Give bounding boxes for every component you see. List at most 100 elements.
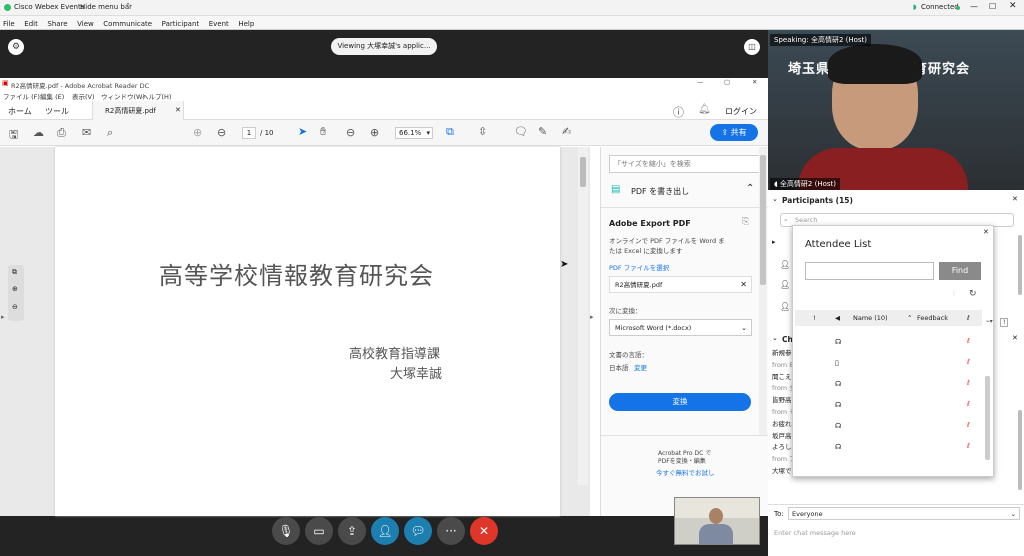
participants-header[interactable]: ⌄ Participants (15) ✕ bbox=[768, 193, 1024, 209]
mute-button[interactable]: 🎙︎ bbox=[272, 517, 300, 545]
menu-help[interactable]: Help bbox=[238, 20, 254, 28]
right-panel-toggle-icon[interactable]: ▸ bbox=[590, 313, 594, 321]
chat-overflow-icon[interactable]: ! bbox=[1000, 318, 1009, 327]
chat-close-icon[interactable]: ✕ bbox=[1012, 334, 1018, 342]
table-row[interactable]: ☊ ℓ bbox=[795, 439, 982, 460]
more-options-button[interactable]: ··· bbox=[437, 517, 465, 545]
zoom-select[interactable]: 66.1% ▾ bbox=[395, 127, 433, 139]
menu-communicate[interactable]: Communicate bbox=[103, 20, 152, 28]
table-row[interactable]: ☊ ℓ bbox=[795, 376, 982, 397]
leave-button[interactable]: ✕ bbox=[470, 517, 498, 545]
settings-icon[interactable]: ⚙ bbox=[8, 39, 24, 55]
panel-scrollbar[interactable] bbox=[759, 147, 767, 435]
attach-icon[interactable]: ⎘ bbox=[742, 217, 749, 227]
page-number-input[interactable]: 1 bbox=[242, 127, 256, 139]
format-select[interactable]: Microsoft Word (*.docx) ⌄ bbox=[609, 319, 752, 336]
chat-message-input[interactable]: Enter chat message here bbox=[774, 526, 1020, 540]
cloud-upload-icon[interactable]: ☁ bbox=[33, 126, 44, 139]
close-button[interactable]: ✕ bbox=[1009, 1, 1017, 11]
find-button[interactable]: Find bbox=[939, 262, 981, 280]
free-trial-link[interactable]: 今すぐ無料でお試し bbox=[656, 467, 715, 477]
menu-participant[interactable]: Participant bbox=[162, 20, 199, 28]
alert-column-icon[interactable]: ! bbox=[813, 310, 816, 326]
participants-expand-icon[interactable]: ▸ bbox=[772, 238, 776, 246]
select-file-link[interactable]: PDF ファイルを選択 bbox=[609, 262, 669, 272]
attendee-scrollbar[interactable] bbox=[985, 376, 990, 460]
name-column-header[interactable]: Name (10) bbox=[853, 310, 888, 326]
thumbnail-icon[interactable]: ⧉ bbox=[12, 268, 17, 277]
zoom-search-icon[interactable]: ⌕ bbox=[107, 126, 113, 140]
comment-icon[interactable]: 🗨︎ bbox=[514, 125, 528, 138]
save-icon[interactable]: 🖫 bbox=[9, 126, 18, 145]
chat-collapse-icon[interactable]: ⌄ bbox=[772, 334, 778, 342]
change-language-link[interactable]: 変更 bbox=[634, 362, 647, 372]
acrobat-maximize-button[interactable]: ▢ bbox=[724, 78, 730, 86]
menu-view[interactable]: View bbox=[77, 20, 94, 28]
attendee-close-icon[interactable]: ✕ bbox=[983, 228, 989, 236]
help-icon[interactable]: ⓘ bbox=[673, 104, 684, 120]
tab-close-icon[interactable]: ✕ bbox=[175, 106, 181, 114]
tools-search-input[interactable]: 「サイズを縮小」を検索 bbox=[609, 155, 760, 173]
hand-icon[interactable]: ✋︎ bbox=[320, 125, 326, 139]
chat-options-icon[interactable]: ⌁▾ bbox=[986, 318, 993, 325]
zoom-out-icon[interactable]: ⊖ bbox=[346, 126, 355, 139]
table-row[interactable]: ☊ ℓ bbox=[795, 397, 982, 418]
acrobat-minimize-button[interactable]: — bbox=[697, 78, 704, 86]
doc-scrollbar[interactable] bbox=[578, 147, 588, 485]
document-area[interactable]: ⧉ ⊕ ⊖ ▸ 高等学校情報教育研究会 高校教育指導課 大塚幸誠 ➤ ▸ bbox=[0, 147, 594, 516]
menu-event[interactable]: Event bbox=[209, 20, 229, 28]
table-row[interactable]: ▯ ℓ bbox=[795, 355, 982, 376]
share-screen-button[interactable]: ⇪ bbox=[338, 517, 366, 545]
filter-icon[interactable]: ⫶ bbox=[953, 290, 955, 299]
minimize-button[interactable]: — bbox=[970, 2, 978, 11]
login-link[interactable]: ログイン bbox=[725, 106, 757, 117]
zoom-in-icon[interactable]: ⊕ bbox=[370, 126, 379, 139]
acrobat-menu-window[interactable]: ウィンドウ(W) bbox=[101, 91, 145, 101]
convert-button[interactable]: 変換 bbox=[609, 393, 751, 411]
table-row[interactable]: ☊ ℓ bbox=[795, 334, 982, 355]
tab-document[interactable]: R2高情研夏.pdf ✕ bbox=[92, 101, 184, 120]
export-pdf-header[interactable]: ▤ PDF を書き出し ⌃ bbox=[609, 182, 760, 200]
print-icon[interactable]: ⎙ bbox=[57, 126, 66, 140]
menu-share[interactable]: Share bbox=[47, 20, 67, 28]
participants-collapse-icon[interactable]: ⌄ bbox=[772, 195, 778, 203]
participants-scroll-thumb[interactable] bbox=[1018, 235, 1022, 295]
tab-home[interactable]: ホーム bbox=[8, 106, 32, 117]
menu-file[interactable]: File bbox=[3, 20, 15, 28]
participants-close-icon[interactable]: ✕ bbox=[1012, 195, 1018, 203]
mail-icon[interactable]: ✉ bbox=[82, 126, 91, 139]
share-button[interactable]: ⇪ 共有 bbox=[710, 124, 758, 141]
audio-column-icon[interactable]: ◀ bbox=[835, 310, 840, 326]
refresh-icon[interactable]: ↻ bbox=[969, 289, 977, 299]
rail-zoom-out-icon[interactable]: ⊖ bbox=[12, 303, 18, 311]
menu-edit[interactable]: Edit bbox=[24, 20, 38, 28]
left-panel-toggle-icon[interactable]: ▸ bbox=[1, 313, 5, 321]
rail-zoom-in-icon[interactable]: ⊕ bbox=[12, 285, 18, 293]
video-button[interactable]: ▭ bbox=[305, 517, 333, 545]
collapse-chevron-icon[interactable]: ⌃ bbox=[746, 183, 754, 194]
chat-button[interactable]: 💬︎ bbox=[404, 517, 432, 545]
acrobat-close-button[interactable]: ✕ bbox=[752, 78, 757, 86]
doc-scrollbar-thumb[interactable] bbox=[580, 157, 586, 187]
feedback-column-header[interactable]: Feedback bbox=[917, 310, 948, 326]
bell-icon[interactable]: 🔔︎ bbox=[698, 104, 711, 115]
chat-scroll-thumb[interactable] bbox=[1018, 410, 1022, 490]
remove-file-icon[interactable]: ✕ bbox=[740, 277, 747, 293]
panel-scrollbar-thumb[interactable] bbox=[760, 155, 766, 285]
chat-recipient-select[interactable]: Everyone ⌄ bbox=[788, 507, 1020, 520]
hide-menu-chevron-icon[interactable]: ⌃ bbox=[125, 2, 131, 10]
layout-icon[interactable]: ◫ bbox=[744, 39, 760, 55]
highlight-pen-icon[interactable]: ✎ bbox=[538, 125, 547, 138]
acrobat-menu-file[interactable]: ファイル (F) bbox=[3, 91, 40, 101]
page-up-icon[interactable]: ⊕ bbox=[193, 126, 202, 139]
attendee-search-input[interactable] bbox=[805, 262, 934, 280]
page-display-icon[interactable]: ⧉ bbox=[446, 125, 454, 139]
select-cursor-icon[interactable]: ➤ bbox=[298, 125, 307, 138]
tab-tools[interactable]: ツール bbox=[45, 106, 69, 117]
sort-icon[interactable]: ⌃ bbox=[907, 310, 912, 326]
table-row[interactable]: ☊ ℓ bbox=[795, 418, 982, 439]
viewing-indicator[interactable]: Viewing 大塚幸誠's applic... bbox=[331, 38, 437, 55]
acrobat-menu-edit[interactable]: 編集 (E) bbox=[40, 91, 64, 101]
sign-icon[interactable]: ✍︎ bbox=[562, 125, 571, 138]
scroll-mode-icon[interactable]: ⇳ bbox=[478, 125, 487, 138]
